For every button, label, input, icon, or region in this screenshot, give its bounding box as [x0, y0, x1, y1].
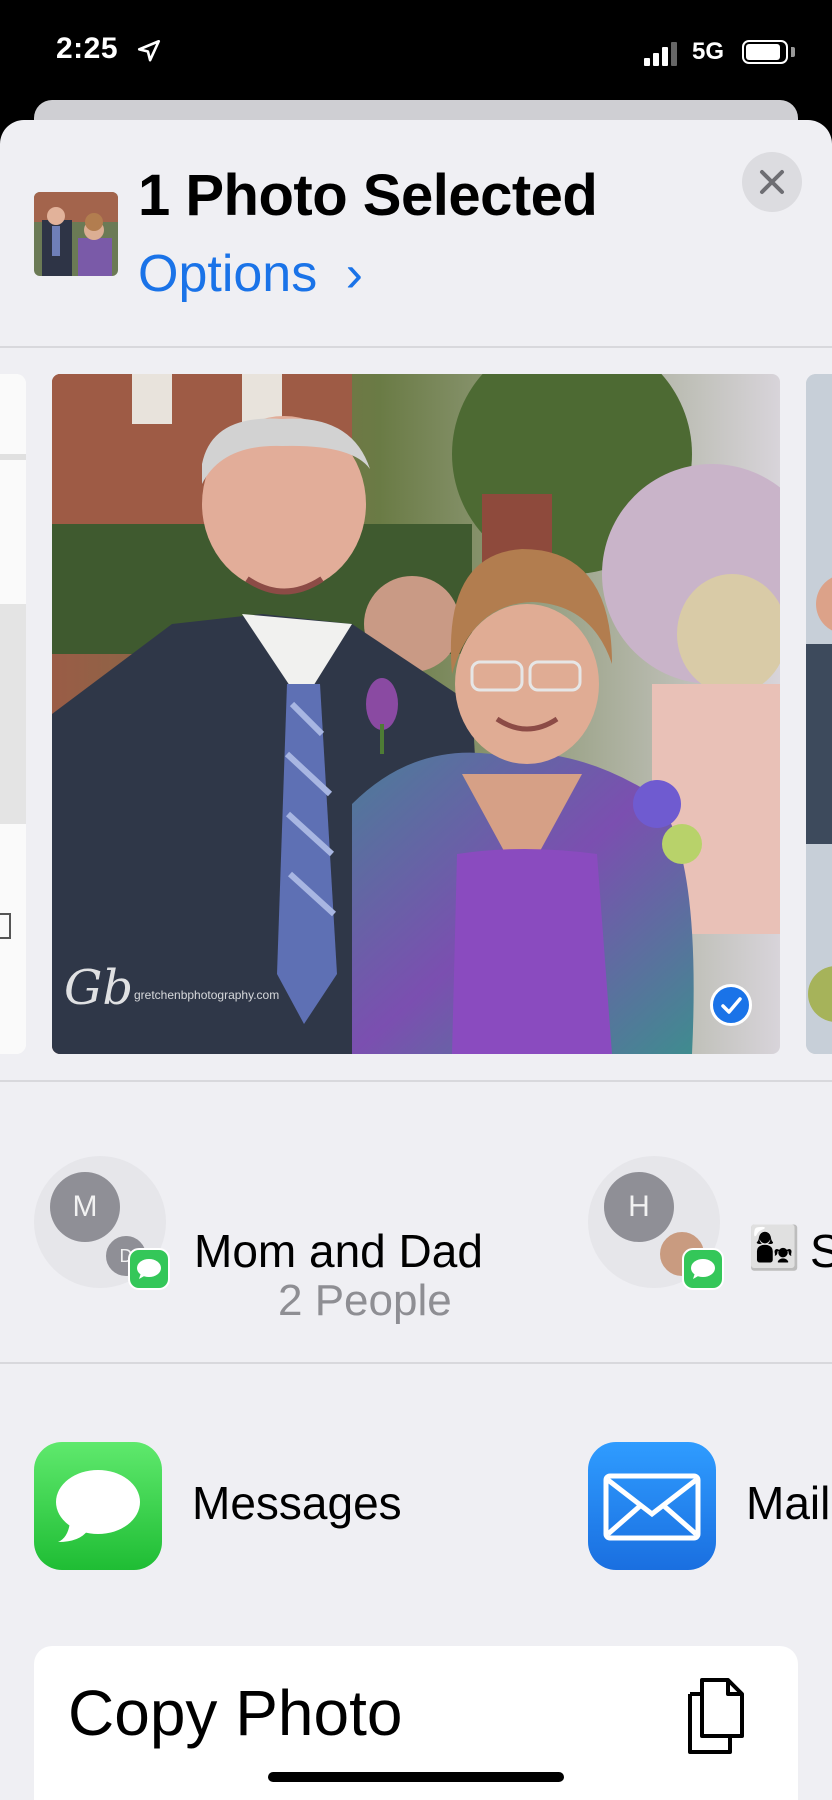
selected-checkmark-icon[interactable]: [710, 984, 752, 1026]
close-icon: [760, 170, 784, 194]
sheet-title: 1 Photo Selected: [138, 163, 598, 228]
divider: [0, 1362, 832, 1364]
options-label: Options: [138, 245, 318, 303]
mail-icon: [588, 1442, 716, 1570]
shared-photo[interactable]: [52, 374, 780, 1054]
messages-badge-icon: [128, 1248, 170, 1290]
cellular-signal-icon: [644, 40, 680, 66]
divider: [0, 1080, 832, 1082]
app-label: Mail: [746, 1477, 831, 1529]
battery-icon: [742, 40, 788, 64]
network-type: 5G: [692, 38, 725, 65]
close-button[interactable]: [742, 152, 802, 212]
divider: [0, 346, 832, 348]
status-time: 2:25: [56, 32, 119, 65]
previous-item-card[interactable]: [0, 374, 26, 1054]
group-emoji: 👩‍👧: [748, 1224, 801, 1271]
share-sheet: 1 Photo Selected Options › Gb gretchenbp…: [0, 120, 832, 1800]
avatar-m: M: [50, 1172, 120, 1242]
chevron-right-icon: ›: [345, 245, 363, 303]
person-subtitle: 2 People: [278, 1276, 452, 1325]
status-bar: 2:25 5G: [0, 0, 832, 100]
person-name: Mom and Dad: [194, 1225, 483, 1277]
selected-photo-thumbnail: [34, 192, 118, 276]
photographer-url: gretchenbphotography.com: [134, 988, 280, 1002]
avatar-h: H: [604, 1172, 674, 1242]
next-item-card[interactable]: [806, 374, 832, 1054]
person-name: S: [810, 1225, 832, 1277]
messages-badge-icon: [682, 1248, 724, 1290]
app-label: Messages: [192, 1477, 402, 1529]
copy-icon: [688, 1678, 744, 1754]
location-arrow-icon: [137, 39, 161, 62]
home-indicator[interactable]: [268, 1772, 564, 1782]
options-link[interactable]: Options ›: [138, 244, 363, 304]
action-label: Copy Photo: [68, 1677, 403, 1749]
photographer-signature: Gb: [64, 960, 134, 1016]
battery-cap: [791, 47, 795, 57]
messages-icon: [34, 1442, 162, 1570]
